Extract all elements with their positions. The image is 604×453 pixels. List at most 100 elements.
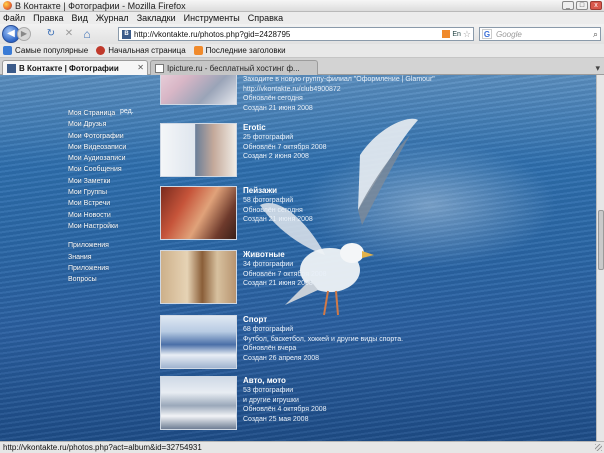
album-created: Создан 25 мая 2008 <box>243 415 309 423</box>
tab-vkontakte-photos[interactable]: В Контакте | Фотографии ✕ <box>2 60 148 75</box>
album-description: Футбол, баскетбол, хоккей и другие виды … <box>243 335 404 343</box>
menu-history[interactable]: Журнал <box>96 13 129 23</box>
album-thumbnail[interactable] <box>160 250 237 304</box>
window-title: В Контакте | Фотографии - Mozilla Firefo… <box>15 0 186 11</box>
ipicture-favicon-icon <box>155 63 164 73</box>
bookmark-star-icon[interactable]: ☆ <box>463 29 471 40</box>
nav-applications[interactable]: Приложения <box>68 240 148 251</box>
album-info: Авто, мото 53 фотографии и другие игрушк… <box>243 376 573 424</box>
resize-grip-icon[interactable] <box>595 444 602 451</box>
nav-my-groups[interactable]: Мои Группы <box>68 187 148 198</box>
nav-my-messages[interactable]: Мои Сообщения <box>68 164 148 175</box>
menu-edit[interactable]: Правка <box>33 13 63 23</box>
tab-label: Ipicture.ru - бесплатный хостинг ф... <box>167 63 300 73</box>
rss-icon[interactable] <box>442 30 451 38</box>
left-navigation: ред. Моя Страница Мои Друзья Мои Фотогра… <box>68 108 148 285</box>
nav-my-photos[interactable]: Мои Фотографии <box>68 131 148 142</box>
album-created: Создан 21 июня 2008 <box>243 280 313 287</box>
album-thumbnail[interactable] <box>160 186 237 240</box>
menu-tools[interactable]: Инструменты <box>184 13 240 23</box>
album-thumbnail[interactable] <box>160 315 237 369</box>
bookmarks-toolbar: Самые популярные Начальная страница Посл… <box>0 44 604 58</box>
minimize-button[interactable]: _ <box>562 1 574 10</box>
nav-apps[interactable]: Приложения <box>68 263 148 274</box>
nav-my-page[interactable]: Моя Страница <box>68 108 148 119</box>
album-title[interactable]: Erotic <box>243 123 573 133</box>
album-updated: Обновлён 4 октября 2008 <box>243 406 327 413</box>
nav-my-notes[interactable]: Мои Заметки <box>68 176 148 187</box>
menu-help[interactable]: Справка <box>248 13 283 23</box>
menu-bar: Файл Правка Вид Журнал Закладки Инструме… <box>0 12 604 24</box>
album-created: Создан 21 июня 2008 <box>243 104 313 112</box>
album-title[interactable]: Животные <box>243 250 573 260</box>
album-count: 58 фотографий <box>243 197 294 204</box>
edit-menu-link[interactable]: ред. <box>120 108 134 115</box>
album-count: 53 фотографии <box>243 387 294 394</box>
album-thumbnail[interactable] <box>160 123 237 177</box>
search-engine-icon[interactable]: G <box>482 29 492 39</box>
tab-label: В Контакте | Фотографии <box>19 63 119 73</box>
album-thumbnail[interactable] <box>160 376 237 430</box>
nav-my-settings[interactable]: Мои Настройки <box>68 221 148 232</box>
status-bar: http://vkontakte.ru/photos.php?act=album… <box>0 441 604 453</box>
menu-view[interactable]: Вид <box>72 13 88 23</box>
menu-file[interactable]: Файл <box>3 13 25 23</box>
navigation-toolbar: ◀ ▶ ↻ ✕ ⌂ B http://vkontakte.ru/photos.p… <box>0 24 604 44</box>
nav-my-news[interactable]: Мои Новости <box>68 210 148 221</box>
nav-my-friends[interactable]: Мои Друзья <box>68 119 148 130</box>
rss-icon <box>193 46 203 55</box>
maximize-button[interactable]: □ <box>576 1 588 10</box>
album-title[interactable]: Спорт <box>243 315 573 325</box>
nav-my-events[interactable]: Мои Встречи <box>68 198 148 209</box>
album-updated: Обновлён 7 октября 2008 <box>243 143 327 151</box>
bookmark-most-popular[interactable]: Самые популярные <box>3 46 88 55</box>
search-box[interactable]: G Google ⌕ <box>479 27 601 41</box>
album-info: Пейзажи 58 фотографий Обновлён сегодня С… <box>243 186 573 225</box>
album-title[interactable]: Пейзажи <box>243 186 573 196</box>
firefox-icon <box>96 46 106 55</box>
album-thumbnail[interactable] <box>160 75 237 105</box>
bookmark-start-page[interactable]: Начальная страница <box>96 46 186 55</box>
url-text[interactable]: http://vkontakte.ru/photos.php?gid=24287… <box>134 30 442 39</box>
tab-list-icon[interactable]: ▾ <box>595 63 600 74</box>
window-titlebar: В Контакте | Фотографии - Mozilla Firefo… <box>0 0 604 12</box>
forward-button[interactable]: ▶ <box>17 27 31 41</box>
album-count: 68 фотографий <box>243 326 294 333</box>
home-button[interactable]: ⌂ <box>81 28 93 40</box>
album-link[interactable]: http://vkontakte.ru/club4900872 <box>243 85 573 95</box>
bookmark-latest-headlines[interactable]: Последние заголовки <box>193 46 286 55</box>
window-controls: _ □ x <box>562 1 602 10</box>
album-info: Заходите в новую группу-филиал "Оформлен… <box>243 75 573 113</box>
search-input[interactable]: Google <box>494 30 593 39</box>
menu-spacer <box>68 232 148 240</box>
stop-button[interactable]: ✕ <box>63 28 75 40</box>
language-indicator[interactable]: En <box>452 31 461 38</box>
tab-bar: В Контакте | Фотографии ✕ Ipicture.ru - … <box>0 58 604 75</box>
album-created: Создан 26 апреля 2008 <box>243 354 320 362</box>
album-info: Животные 34 фотографии Обновлён 7 октябр… <box>243 250 573 289</box>
nav-my-videos[interactable]: Мои Видеозаписи <box>68 142 148 153</box>
nav-questions[interactable]: Вопросы <box>68 274 148 285</box>
menu-bookmarks[interactable]: Закладки <box>137 13 176 23</box>
nav-knowledge[interactable]: Знания <box>68 252 148 263</box>
tab-ipicture[interactable]: Ipicture.ru - бесплатный хостинг ф... <box>150 60 318 75</box>
bookmark-check-icon <box>3 46 12 55</box>
page-content: ред. Моя Страница Мои Друзья Мои Фотогра… <box>0 75 596 441</box>
close-button[interactable]: x <box>590 1 602 10</box>
scrollbar-thumb[interactable] <box>598 210 604 270</box>
close-tab-icon[interactable]: ✕ <box>137 63 144 72</box>
album-description: Заходите в новую группу-филиал "Оформлен… <box>243 76 435 83</box>
vk-favicon-icon <box>7 63 16 73</box>
url-bar[interactable]: B http://vkontakte.ru/photos.php?gid=242… <box>118 27 474 41</box>
search-icon[interactable]: ⌕ <box>593 29 598 40</box>
album-updated: Обновлён сегодня <box>243 206 303 214</box>
vertical-scrollbar[interactable] <box>596 75 604 441</box>
reload-button[interactable]: ↻ <box>45 28 57 40</box>
album-title[interactable]: Авто, мото <box>243 376 573 386</box>
album-created: Создан 21 июня 2008 <box>243 216 313 223</box>
album-info: Спорт 68 фотографий Футбол, баскетбол, х… <box>243 315 573 363</box>
album-updated: Обновлён сегодня <box>243 95 303 102</box>
album-count: 25 фотографий <box>243 134 294 141</box>
album-created: Создан 2 июня 2008 <box>243 153 309 160</box>
nav-my-audio[interactable]: Мои Аудиозаписи <box>68 153 148 164</box>
